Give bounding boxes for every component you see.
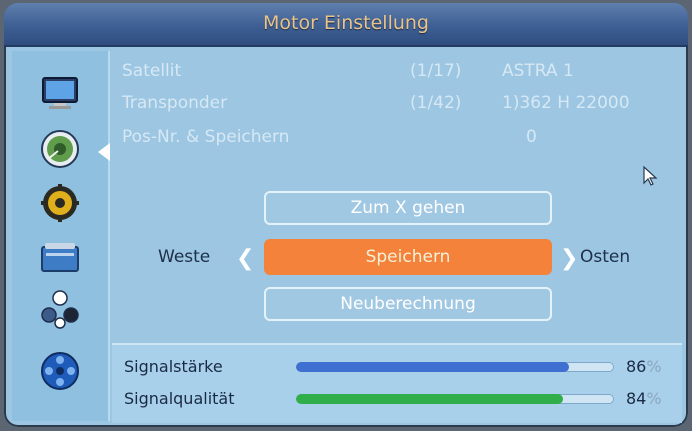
goto-x-button[interactable]: Zum X gehen	[264, 191, 552, 225]
satellite-value: ASTRA 1	[502, 61, 574, 81]
settings-gear-icon[interactable]	[40, 183, 80, 223]
signal-strength-percent: 86%	[626, 357, 662, 376]
transponder-value: 1)362 H 22000	[502, 93, 630, 113]
title-bar: Motor Einstellung	[4, 3, 688, 47]
motor-settings-window: Motor Einstellung Satellit (1/17) ASTRA …	[4, 3, 688, 427]
tv-icon[interactable]	[40, 73, 80, 113]
signal-quality-value: 84	[626, 389, 647, 408]
content-area: Satellit (1/17) ASTRA 1 Transponder (1/4…	[112, 51, 682, 423]
signal-strength-label: Signalstärke	[124, 357, 223, 376]
signal-quality-percent: 84%	[626, 389, 662, 408]
signal-quality-bar	[296, 394, 614, 404]
recalculate-button[interactable]: Neuberechnung	[264, 287, 552, 321]
signal-quality-unit: %	[646, 389, 662, 408]
satellite-label: Satellit	[122, 61, 182, 81]
east-chevron-icon[interactable]: ❯	[560, 248, 578, 270]
sidebar-menu	[12, 51, 110, 421]
signal-strength-value: 86	[626, 357, 647, 376]
satellite-dish-icon[interactable]	[40, 129, 80, 169]
signal-quality-fill	[296, 394, 564, 404]
page-title: Motor Einstellung	[262, 12, 429, 34]
selected-indicator-arrow-icon	[98, 143, 110, 161]
media-box-icon[interactable]	[40, 237, 80, 277]
transponder-label: Transponder	[122, 93, 228, 113]
position-value: 0	[526, 127, 537, 147]
signal-quality-label: Signalqualität	[124, 389, 235, 408]
west-chevron-icon[interactable]: ❮	[236, 248, 254, 270]
signal-strength-fill	[296, 362, 570, 372]
film-reel-icon[interactable]	[40, 351, 80, 391]
save-button[interactable]: Speichern	[264, 239, 552, 275]
west-label: Weste	[158, 247, 211, 267]
position-label: Pos-Nr. & Speichern	[122, 127, 290, 147]
east-label: Osten	[580, 247, 631, 267]
signal-strength-unit: %	[646, 357, 662, 376]
mouse-cursor-icon	[643, 165, 658, 186]
signal-panel: Signalstärke 86% Signalqualität 84%	[112, 343, 682, 423]
satellite-index: (1/17)	[410, 61, 462, 81]
transponder-index: (1/42)	[410, 93, 462, 113]
network-icon[interactable]	[40, 289, 80, 329]
signal-strength-bar	[296, 362, 614, 372]
